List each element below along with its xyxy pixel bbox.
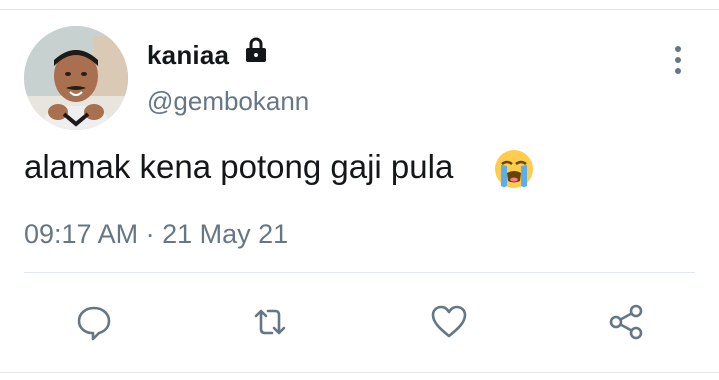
- vertical-dots-icon[interactable]: [664, 44, 692, 76]
- avatar[interactable]: [24, 26, 128, 130]
- retweet-button[interactable]: [250, 302, 290, 342]
- loudly-crying-face-icon: [493, 148, 535, 190]
- bottom-separator: [0, 372, 719, 373]
- retweet-icon: [254, 309, 286, 335]
- lock-icon: [242, 36, 270, 64]
- timestamp-separator: ·: [145, 219, 155, 249]
- share-button[interactable]: [606, 302, 646, 342]
- top-separator: [0, 9, 719, 10]
- display-name[interactable]: kaniaa: [147, 40, 229, 71]
- tweet-text: alamak kena potong gaji pula: [24, 148, 454, 185]
- like-button[interactable]: [429, 302, 469, 342]
- username[interactable]: @gembokann: [147, 86, 309, 117]
- tweet-date: 21 May 21: [162, 219, 289, 249]
- heart-icon: [431, 305, 467, 338]
- reply-button[interactable]: [74, 302, 114, 342]
- speech-bubble-icon: [77, 306, 111, 341]
- tweet-time: 09:17 AM: [24, 219, 139, 249]
- timestamp[interactable]: 09:17 AM · 21 May 21: [24, 219, 288, 250]
- share-icon: [609, 304, 643, 340]
- actions-divider: [24, 272, 695, 273]
